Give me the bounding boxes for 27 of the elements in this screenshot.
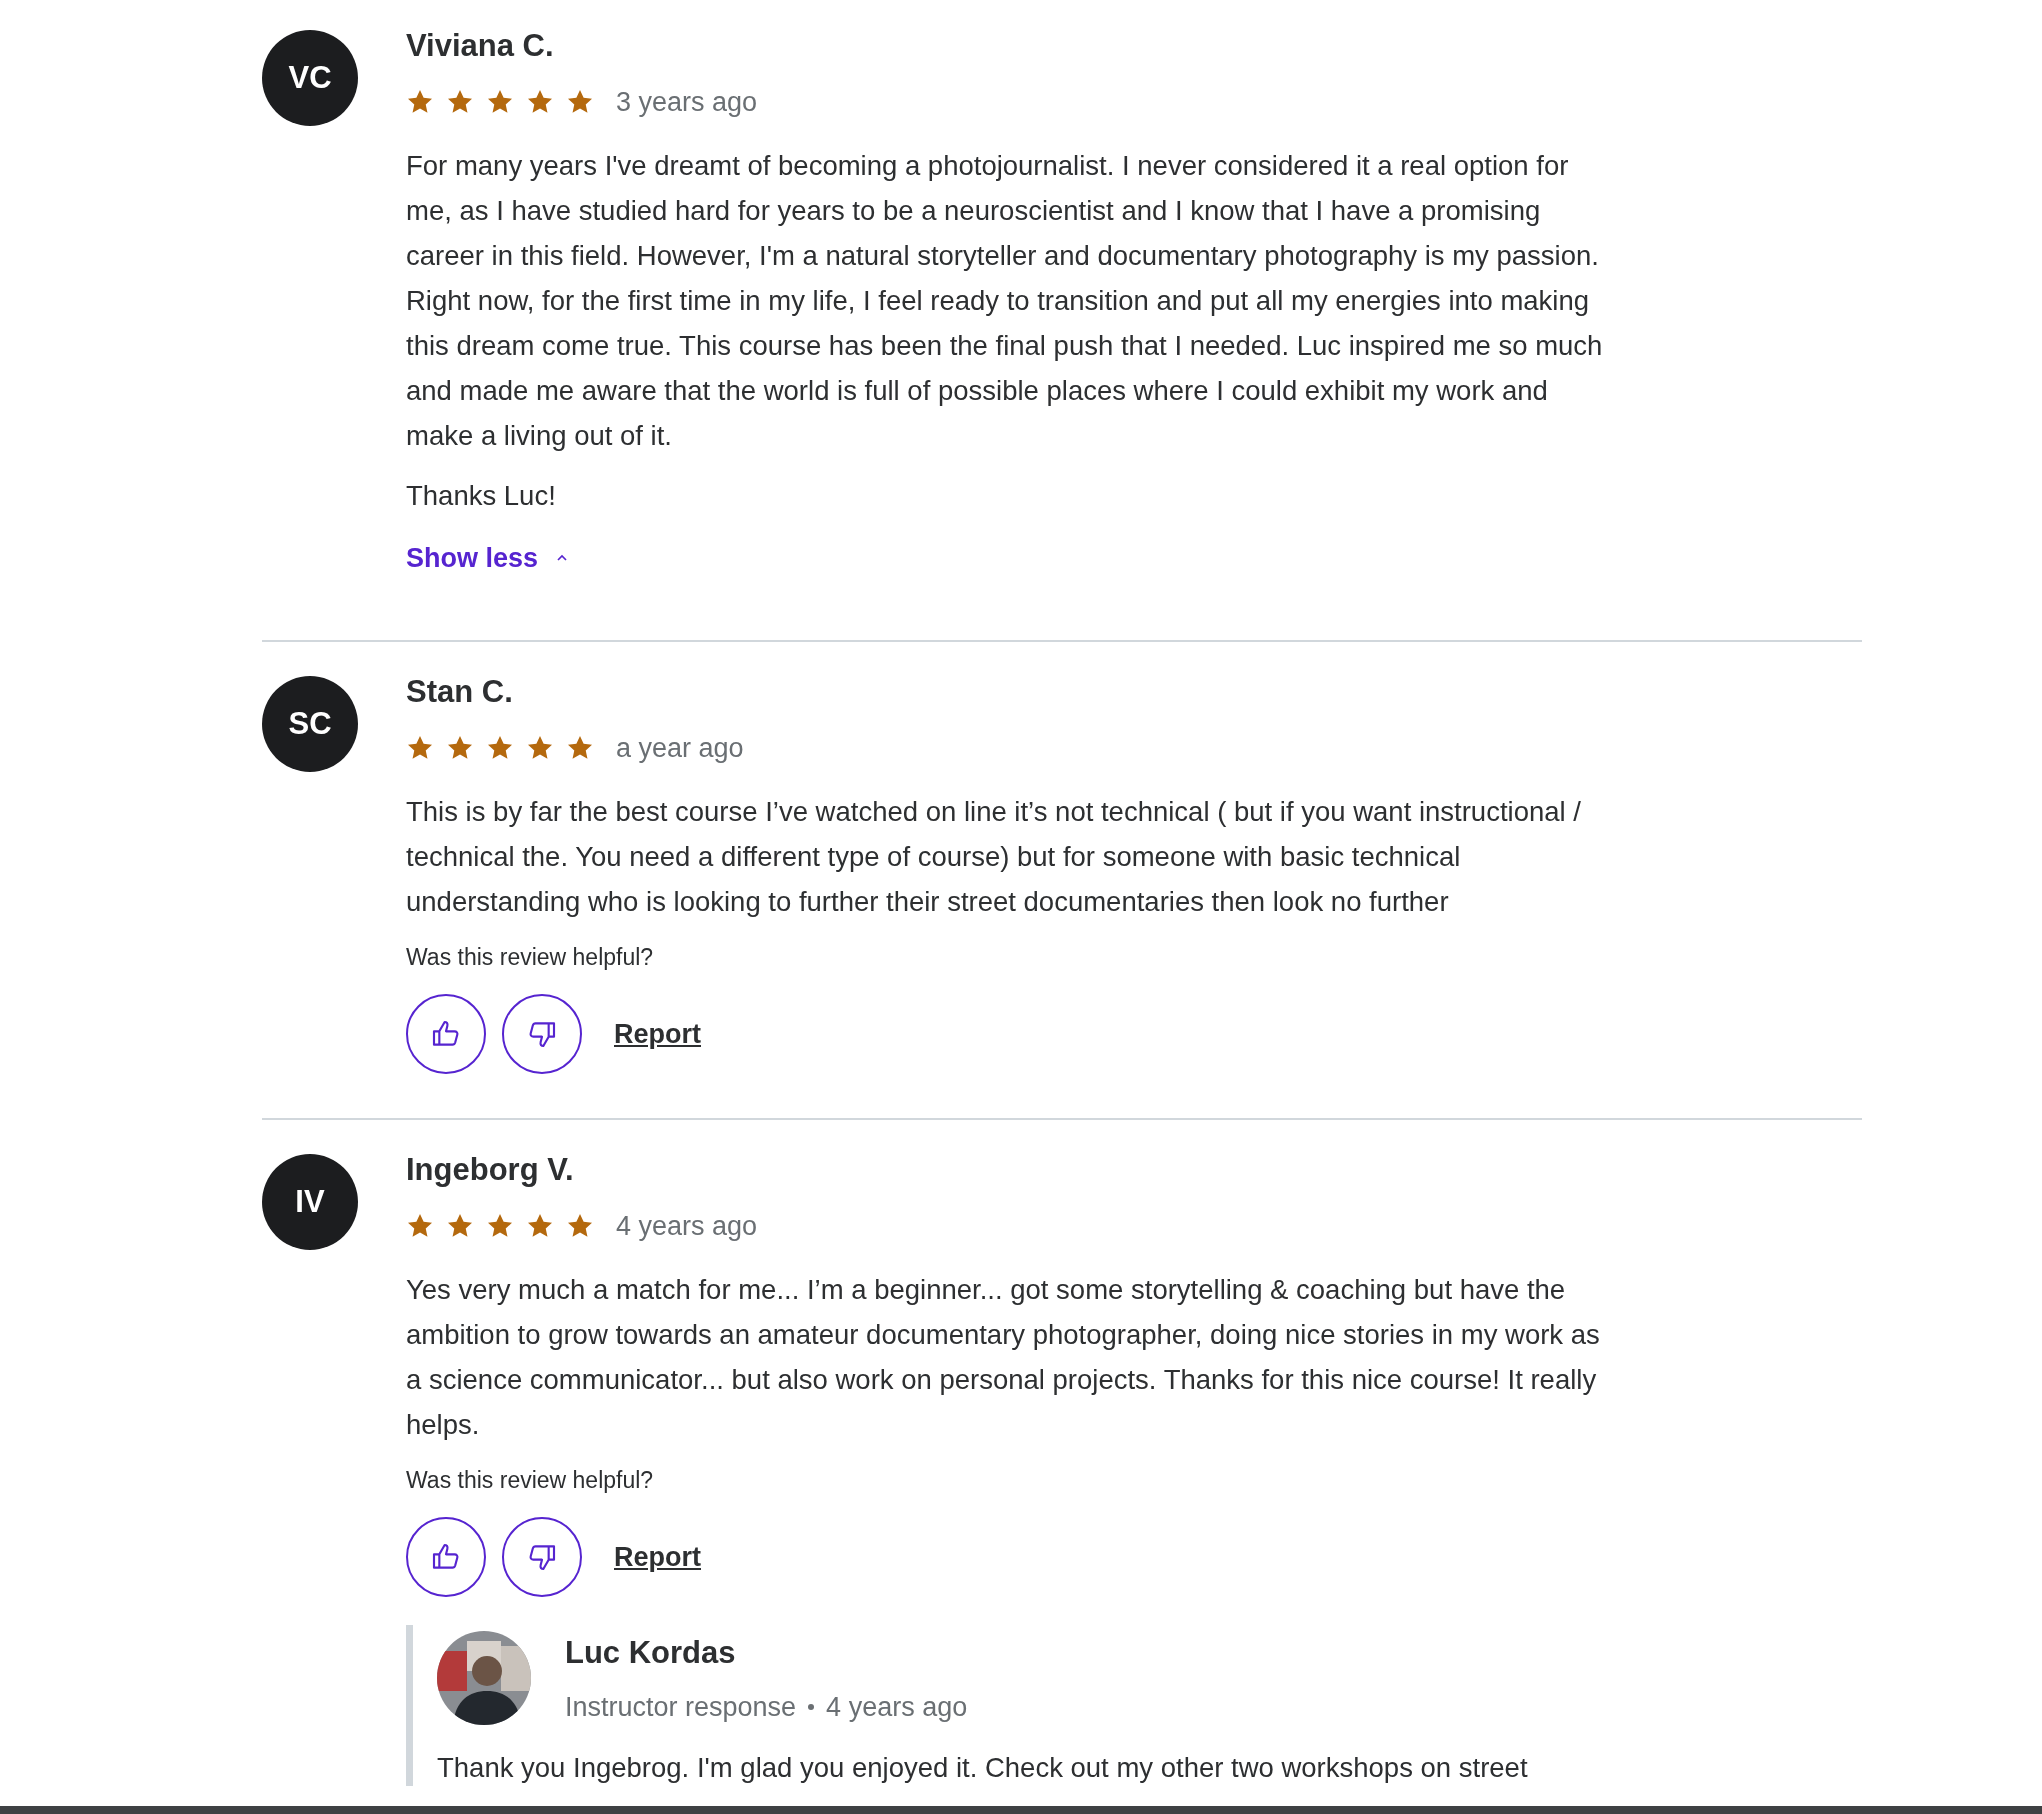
response-date: 4 years ago (826, 1691, 968, 1724)
review-date: a year ago (616, 732, 744, 765)
review-date: 4 years ago (616, 1210, 758, 1243)
report-link[interactable]: Report (614, 1536, 701, 1578)
avatar: SC (262, 676, 358, 772)
response-label: Instructor response (565, 1691, 797, 1724)
review-text: Thanks Luc! (406, 478, 557, 513)
report-link[interactable]: Report (614, 1013, 701, 1055)
helpful-prompt: Was this review helpful? (406, 942, 655, 972)
review-text: This is by far the best course I’ve watched on line it’s not technical ( but if you want instructional / technical the. You need a different type of course) but for someone with basic technical understanding who is looking to further their street documentaries then look no further (406, 794, 1582, 919)
avatar: IV (262, 1154, 358, 1250)
not-helpful-button[interactable] (502, 994, 582, 1074)
review-text: For many years I've dreamt of becoming a photojournalist. I never considered it a real option for me, as I have studied hard for years to be a neuroscientist and I know that I have a promising career in this field. However, I'm a natural storyteller and documentary photography is my passion. Right now, for the first time in my life, I feel ready to transition and put all my energies into making this dream come true. This course has been the final push that I needed. Luc inspired me so much and made me aware that the world is full of possible places where I could exhibit my work and make a living out of it. (406, 148, 1604, 453)
helpful-prompt: Was this review helpful? (406, 1465, 655, 1495)
not-helpful-button[interactable] (502, 1517, 582, 1597)
review-text: Yes very much a match for me... I’m a beginner... got some storytelling & coaching but have the ambition to grow towards an amateur documentary photographer, doing nice stories in my work as a science communicator... but also work on personal projects. Thanks for this nice course! It really helps. (406, 1272, 1601, 1442)
helpful-button[interactable] (406, 1517, 486, 1597)
helpful-button[interactable] (406, 994, 486, 1074)
reviewer-name: Viviana C. (406, 27, 555, 65)
dot-separator-icon (808, 1704, 815, 1711)
response-text: Thank you Ingebrog. I'm glad you enjoyed it. Check out my other two workshops on street (437, 1750, 1529, 1785)
avatar: VC (262, 30, 358, 126)
reviewer-name: Stan C. (406, 673, 514, 711)
instructor-name: Luc Kordas (565, 1634, 737, 1672)
review-date: 3 years ago (616, 86, 758, 119)
show-less-link[interactable]: Show less (406, 537, 571, 578)
reviewer-name: Ingeborg V. (406, 1151, 575, 1189)
